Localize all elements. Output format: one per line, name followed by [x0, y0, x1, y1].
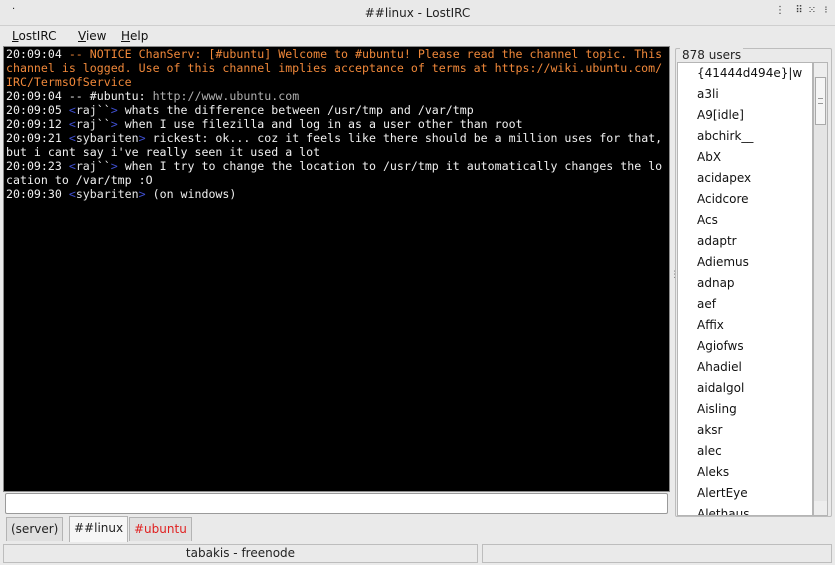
user-list-item[interactable]: adnap	[678, 273, 812, 294]
chat-timestamp: 20:09:04	[6, 47, 62, 61]
chat-log: 20:09:04 -- NOTICE ChanServ: [#ubuntu] W…	[4, 47, 669, 201]
user-list-item[interactable]: Aleks	[678, 462, 812, 483]
chat-timestamp: 20:09:12	[6, 117, 62, 131]
user-list-item[interactable]: acidapex	[678, 168, 812, 189]
user-list-item[interactable]: aidalgol	[678, 378, 812, 399]
status-bar: tabakis - freenode	[0, 543, 835, 565]
menu-help-label: elp	[130, 29, 149, 43]
user-list-item[interactable]: alec	[678, 441, 812, 462]
user-list-item[interactable]: Acs	[678, 210, 812, 231]
user-list-item[interactable]: AbX	[678, 147, 812, 168]
tab-ubuntu[interactable]: #ubuntu	[129, 517, 192, 541]
chat-line: 20:09:05 <raj``> whats the difference be…	[6, 103, 669, 117]
chat-text: whats the difference between /usr/tmp an…	[124, 103, 474, 117]
chat-nick[interactable]: raj``	[76, 117, 111, 131]
user-list-item[interactable]: Acidcore	[678, 189, 812, 210]
chat-nick[interactable]: raj``	[76, 103, 111, 117]
chat-text: >	[110, 103, 125, 117]
status-extra	[482, 544, 832, 563]
chat-text: <	[61, 117, 76, 131]
chat-text: >	[138, 187, 153, 201]
user-list-item[interactable]: Alethaus	[678, 504, 812, 515]
tab-server[interactable]: (server)	[6, 517, 64, 541]
user-list-item[interactable]: adaptr	[678, 231, 812, 252]
menu-lostirc-label: ostIRC	[18, 29, 57, 43]
menu-bar: LostIRC View Help	[0, 26, 835, 46]
chat-text: >	[110, 117, 125, 131]
chat-text: <	[61, 159, 76, 173]
chat-timestamp: 20:09:23	[6, 159, 62, 173]
menu-lostirc[interactable]: LostIRC	[12, 29, 56, 43]
chat-line: 20:09:23 <raj``> when I try to change th…	[6, 159, 669, 187]
user-list-item[interactable]: aksr	[678, 420, 812, 441]
user-list-item[interactable]: Agiofws	[678, 336, 812, 357]
scrollbar-grip-icon	[818, 98, 823, 104]
tab-linux[interactable]: ##linux	[69, 516, 129, 542]
user-list-item[interactable]: a3li	[678, 84, 812, 105]
status-connection: tabakis - freenode	[3, 544, 478, 563]
menu-help[interactable]: Help	[121, 29, 148, 43]
user-list-item[interactable]: {41444d494e}|w	[678, 63, 812, 84]
chat-line: 20:09:04 -- NOTICE ChanServ: [#ubuntu] W…	[6, 47, 669, 89]
chat-text: <	[61, 131, 76, 145]
chat-link[interactable]: http://www.ubuntu.com	[153, 89, 300, 103]
user-list[interactable]: {41444d494e}|w a3li A9[idle] abchirk__ AbX ac…	[677, 62, 813, 516]
scroll-down-arrow-icon[interactable]	[814, 501, 827, 515]
chat-timestamp: 20:09:05	[6, 103, 62, 117]
window-menu-button-icon[interactable]: ⋮	[772, 3, 788, 19]
menu-view-label: iew	[85, 29, 107, 43]
menu-view[interactable]: View	[78, 29, 106, 43]
chat-text: >	[138, 131, 153, 145]
chat-text: (on windows)	[152, 187, 237, 201]
chat-text: when I use filezilla and log in as a use…	[124, 117, 523, 131]
scroll-up-arrow-icon[interactable]	[814, 63, 827, 77]
chat-nick[interactable]: raj``	[76, 159, 111, 173]
user-list-item[interactable]: Ahadiel	[678, 357, 812, 378]
chat-view[interactable]: 20:09:04 -- NOTICE ChanServ: [#ubuntu] W…	[3, 46, 670, 492]
window-title: ##linux - LostIRC	[364, 6, 471, 20]
close-icon[interactable]: ⁝	[818, 3, 834, 19]
title-bar: · ##linux - LostIRC ⋮ ⠿ ⁙ ⁝	[0, 0, 835, 26]
menu-view-accel: V	[78, 29, 86, 43]
chat-line: 20:09:21 <sybariten> rickest: ok... coz …	[6, 131, 669, 159]
message-input[interactable]	[5, 493, 668, 514]
user-list-item[interactable]: AlertEye	[678, 483, 812, 504]
chat-nick[interactable]: sybariten	[76, 131, 139, 145]
user-list-item[interactable]: Aisling	[678, 399, 812, 420]
user-list-item[interactable]: A9[idle]	[678, 105, 812, 126]
chat-timestamp: 20:09:21	[6, 131, 62, 145]
chat-nick[interactable]: sybariten	[76, 187, 139, 201]
user-list-scrollbar[interactable]	[813, 62, 828, 516]
chat-text: <	[61, 187, 76, 201]
chat-text: >	[110, 159, 125, 173]
chat-timestamp: 20:09:30	[6, 187, 62, 201]
chat-text: -- NOTICE ChanServ: [#ubuntu] Welcome to…	[6, 47, 670, 89]
scrollbar-thumb[interactable]	[815, 77, 826, 125]
chat-timestamp: 20:09:04	[6, 89, 62, 103]
chat-line: 20:09:04 -- #ubuntu: http://www.ubuntu.c…	[6, 89, 669, 103]
users-count-label: 878 users	[680, 48, 744, 62]
user-list-item[interactable]: aef	[678, 294, 812, 315]
chat-text: <	[61, 103, 76, 117]
chat-line: 20:09:30 <sybariten> (on windows)	[6, 187, 669, 201]
user-list-item[interactable]: Affix	[678, 315, 812, 336]
user-list-item[interactable]: abchirk__	[678, 126, 812, 147]
chat-line: 20:09:12 <raj``> when I use filezilla an…	[6, 117, 669, 131]
chat-text: -- #ubuntu:	[61, 89, 153, 103]
menu-help-accel: H	[121, 29, 131, 43]
user-list-item[interactable]: Adiemus	[678, 252, 812, 273]
